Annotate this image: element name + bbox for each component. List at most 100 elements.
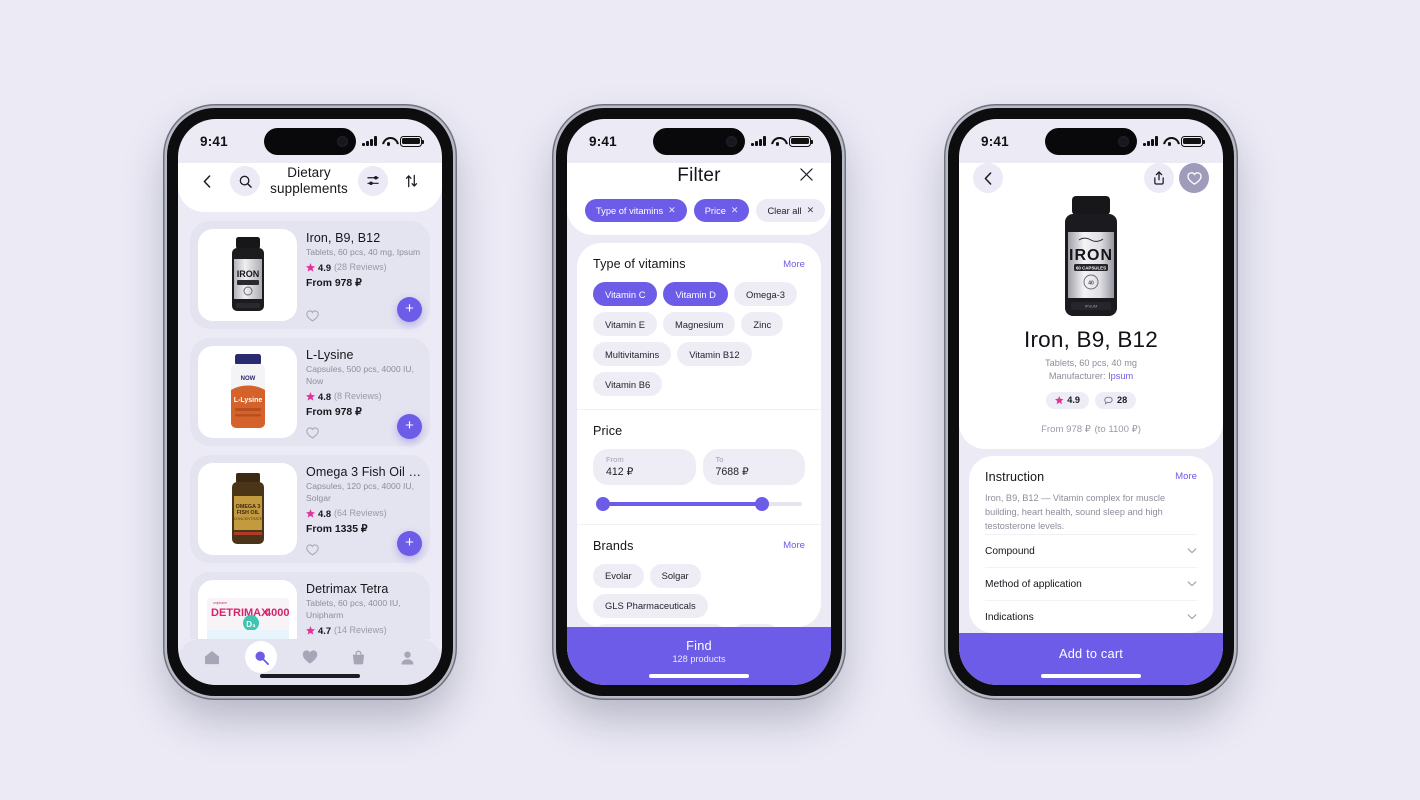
instruction-panel[interactable]: Instruction More Iron, B9, B12 — Vitamin… [969,455,1213,633]
add-to-cart-button[interactable]: + [397,296,422,322]
close-icon [800,168,813,181]
tab-favorites[interactable] [294,641,326,673]
product-card[interactable]: OMEGA 3 FISH OIL CONCENTRATE Omega 3 Fis… [190,454,430,563]
more-link[interactable]: More [783,259,805,270]
option-pill[interactable]: Vitamin E [593,312,657,336]
price-from-label: From [606,455,624,464]
option-pill[interactable]: Omega-3 [733,282,798,306]
price-from-field[interactable]: From 412 ₽ [593,449,696,485]
option-pill[interactable]: Vitamin B6 [593,372,663,396]
add-to-cart-button[interactable]: + [397,413,422,439]
reviews-badge[interactable]: 28 [1095,391,1137,409]
bottom-tab-bar[interactable] [178,639,442,685]
option-pill[interactable]: Multivitamins [593,342,672,366]
section-title: Type of vitamins [593,257,686,271]
filter-chip-type-of-vitamins[interactable]: Type of vitamins ✕ [585,199,687,222]
product-card[interactable]: L-Lysine NOW L-Lysine Capsules, 500 pcs,… [190,337,430,446]
sort-button[interactable] [396,166,426,196]
star-icon [1054,395,1064,405]
instruction-header: Instruction More [985,470,1197,484]
svg-text:DETRIMAX: DETRIMAX [211,607,269,619]
product-card[interactable]: IRON Iron, B9, B12 Tablets, 60 pcs, 40 m… [190,220,430,329]
section-header: Price [593,424,805,438]
product-card[interactable]: uniphаrm DETRIMAX 4000 D₃ БАД. активная … [190,571,430,639]
rating-badge[interactable]: 4.9 [1045,391,1090,409]
filter-chip-clear-all[interactable]: Clear all ✕ [756,199,826,222]
option-pill[interactable]: GLS Pharmaceuticals [593,593,708,618]
tab-cart[interactable] [343,641,375,673]
home-indicator [649,673,749,678]
remove-icon[interactable]: ✕ [731,205,739,216]
back-button[interactable] [192,166,222,196]
tab-profile[interactable] [392,641,424,673]
favorite-icon[interactable] [306,544,319,556]
chip-label: Clear all [767,205,802,216]
product-thumbnail: OMEGA 3 FISH OIL CONCENTRATE [198,462,297,555]
favorite-button[interactable] [1179,163,1209,193]
svg-text:IRON: IRON [236,269,259,279]
svg-text:40: 40 [1088,281,1094,287]
product-name: Detrimax Tetra [306,581,389,596]
search-icon [255,651,269,665]
svg-text:D₃: D₃ [246,620,256,629]
option-pill-group[interactable]: Evolar Solgar GLS Pharmaceuticals Nature… [593,563,805,627]
slider-knob-max[interactable] [754,496,769,511]
search-button[interactable] [230,166,260,197]
option-pill[interactable]: Evolar [593,563,644,588]
price-to-field[interactable]: To 7688 ₽ [702,449,805,485]
section-header: Type of vitamins More [593,257,805,271]
close-button[interactable] [800,168,813,184]
price-range-inputs[interactable]: From 412 ₽ To 7688 ₽ [593,449,805,485]
active-filter-chips[interactable]: Type of vitamins ✕ Price ✕ Clear all ✕ [585,199,826,222]
favorite-icon[interactable] [306,310,319,322]
slider-knob-min[interactable] [596,496,610,511]
battery-icon [1181,135,1205,147]
review-count: (64 Reviews) [334,508,387,519]
phone-product-detail: 9:41 IRON 60 CAPSULES 40 IPSUM Iron, B9,… [948,108,1234,696]
price-range-slider[interactable] [596,496,802,511]
rating-value: 4.8 [318,507,332,519]
tab-search[interactable] [245,641,278,673]
status-time: 9:41 [589,133,617,149]
option-pill[interactable]: Solgar [649,563,701,588]
product-description: Tablets, 60 pcs, 40 mg, Ipsum [306,246,421,257]
section-brands: Brands More Evolar Solgar GLS Pharmaceut… [577,525,821,627]
option-pill[interactable]: Vitamin C [593,282,658,306]
accordion-indications[interactable]: Indications [985,599,1197,633]
chip-label: Price [704,205,726,216]
phone-filter: 9:41 Filter Type of vitamins ✕ Price ✕ C… [556,108,842,696]
back-button[interactable] [973,163,1003,193]
filter-body[interactable]: Type of vitamins More Vitamin C Vitamin … [577,243,821,627]
option-pill[interactable]: Vitamin B12 [677,342,752,366]
dynamic-island [653,128,745,155]
cellular-icon [362,136,377,146]
chip-label: Type of vitamins [596,205,664,216]
product-name: Omega 3 Fish Oil C... [306,464,422,479]
filter-chip-price[interactable]: Price ✕ [693,199,750,222]
option-pill[interactable]: Magnesium [662,312,736,336]
battery-icon [789,135,813,147]
accordion-method-of-application[interactable]: Method of application [985,566,1197,600]
product-price: From 978 ₽ [306,277,362,289]
manufacturer-link[interactable]: Ipsum [1108,371,1133,381]
remove-icon[interactable]: ✕ [668,205,676,216]
more-link[interactable]: More [1175,471,1197,482]
option-pill[interactable]: Zinc [741,312,784,336]
dynamic-island [264,128,356,155]
product-list[interactable]: IRON Iron, B9, B12 Tablets, 60 pcs, 40 m… [178,212,442,639]
more-link[interactable]: More [783,540,805,551]
add-to-cart-button[interactable]: + [397,530,422,556]
phone-product-list: 9:41 Dietary supplements IRON Iron, B9, … [167,108,453,696]
manufacturer-label: Manufacturer: [1048,371,1109,382]
option-pill[interactable]: Vitamin D [663,282,728,306]
remove-icon[interactable]: ✕ [807,205,815,216]
product-description: Capsules, 120 pcs, 4000 IU, Solgar [306,480,414,503]
svg-text:uniphаrm: uniphаrm [213,601,227,605]
filter-button[interactable] [358,166,388,197]
accordion-compound[interactable]: Compound [985,533,1197,567]
option-pill-group[interactable]: Vitamin C Vitamin D Omega-3 Vitamin E Ma… [593,282,805,396]
detail-topbar [973,163,1209,193]
share-button[interactable] [1144,163,1174,193]
tab-home[interactable] [196,641,228,673]
favorite-icon[interactable] [306,427,319,439]
